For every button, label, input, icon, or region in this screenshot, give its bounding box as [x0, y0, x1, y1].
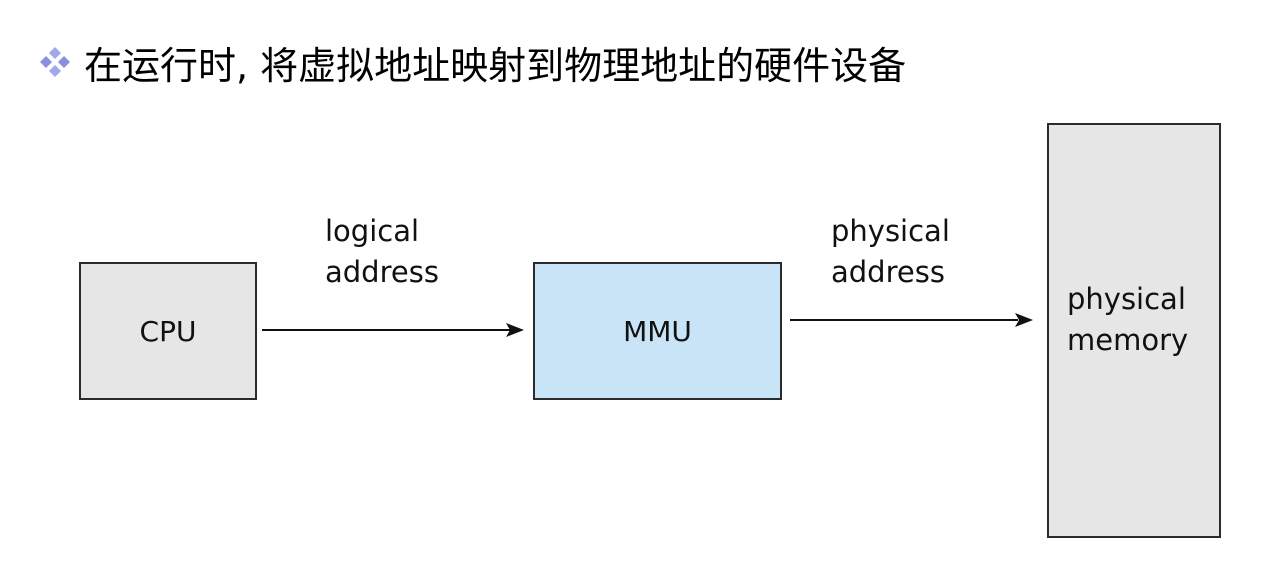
mmu-to-memory-arrow — [790, 313, 1033, 327]
physical-address-label: physical address — [831, 214, 950, 289]
cpu-label: CPU — [139, 314, 197, 348]
mmu-label: MMU — [623, 314, 692, 348]
physical-memory-label: physical memory — [1067, 282, 1189, 357]
slide-heading: 在运行时, 将虚拟地址映射到物理地址的硬件设备 — [38, 34, 906, 90]
four-diamond-bullet-icon — [40, 47, 70, 77]
cpu-box: CPU — [79, 262, 257, 400]
mmu-box: MMU — [533, 262, 782, 400]
slide-title: 在运行时, 将虚拟地址映射到物理地址的硬件设备 — [84, 43, 907, 88]
cpu-to-mmu-arrow — [262, 323, 524, 337]
logical-address-label: logical address — [325, 214, 439, 289]
physical-memory-box: physical memory — [1047, 123, 1221, 538]
